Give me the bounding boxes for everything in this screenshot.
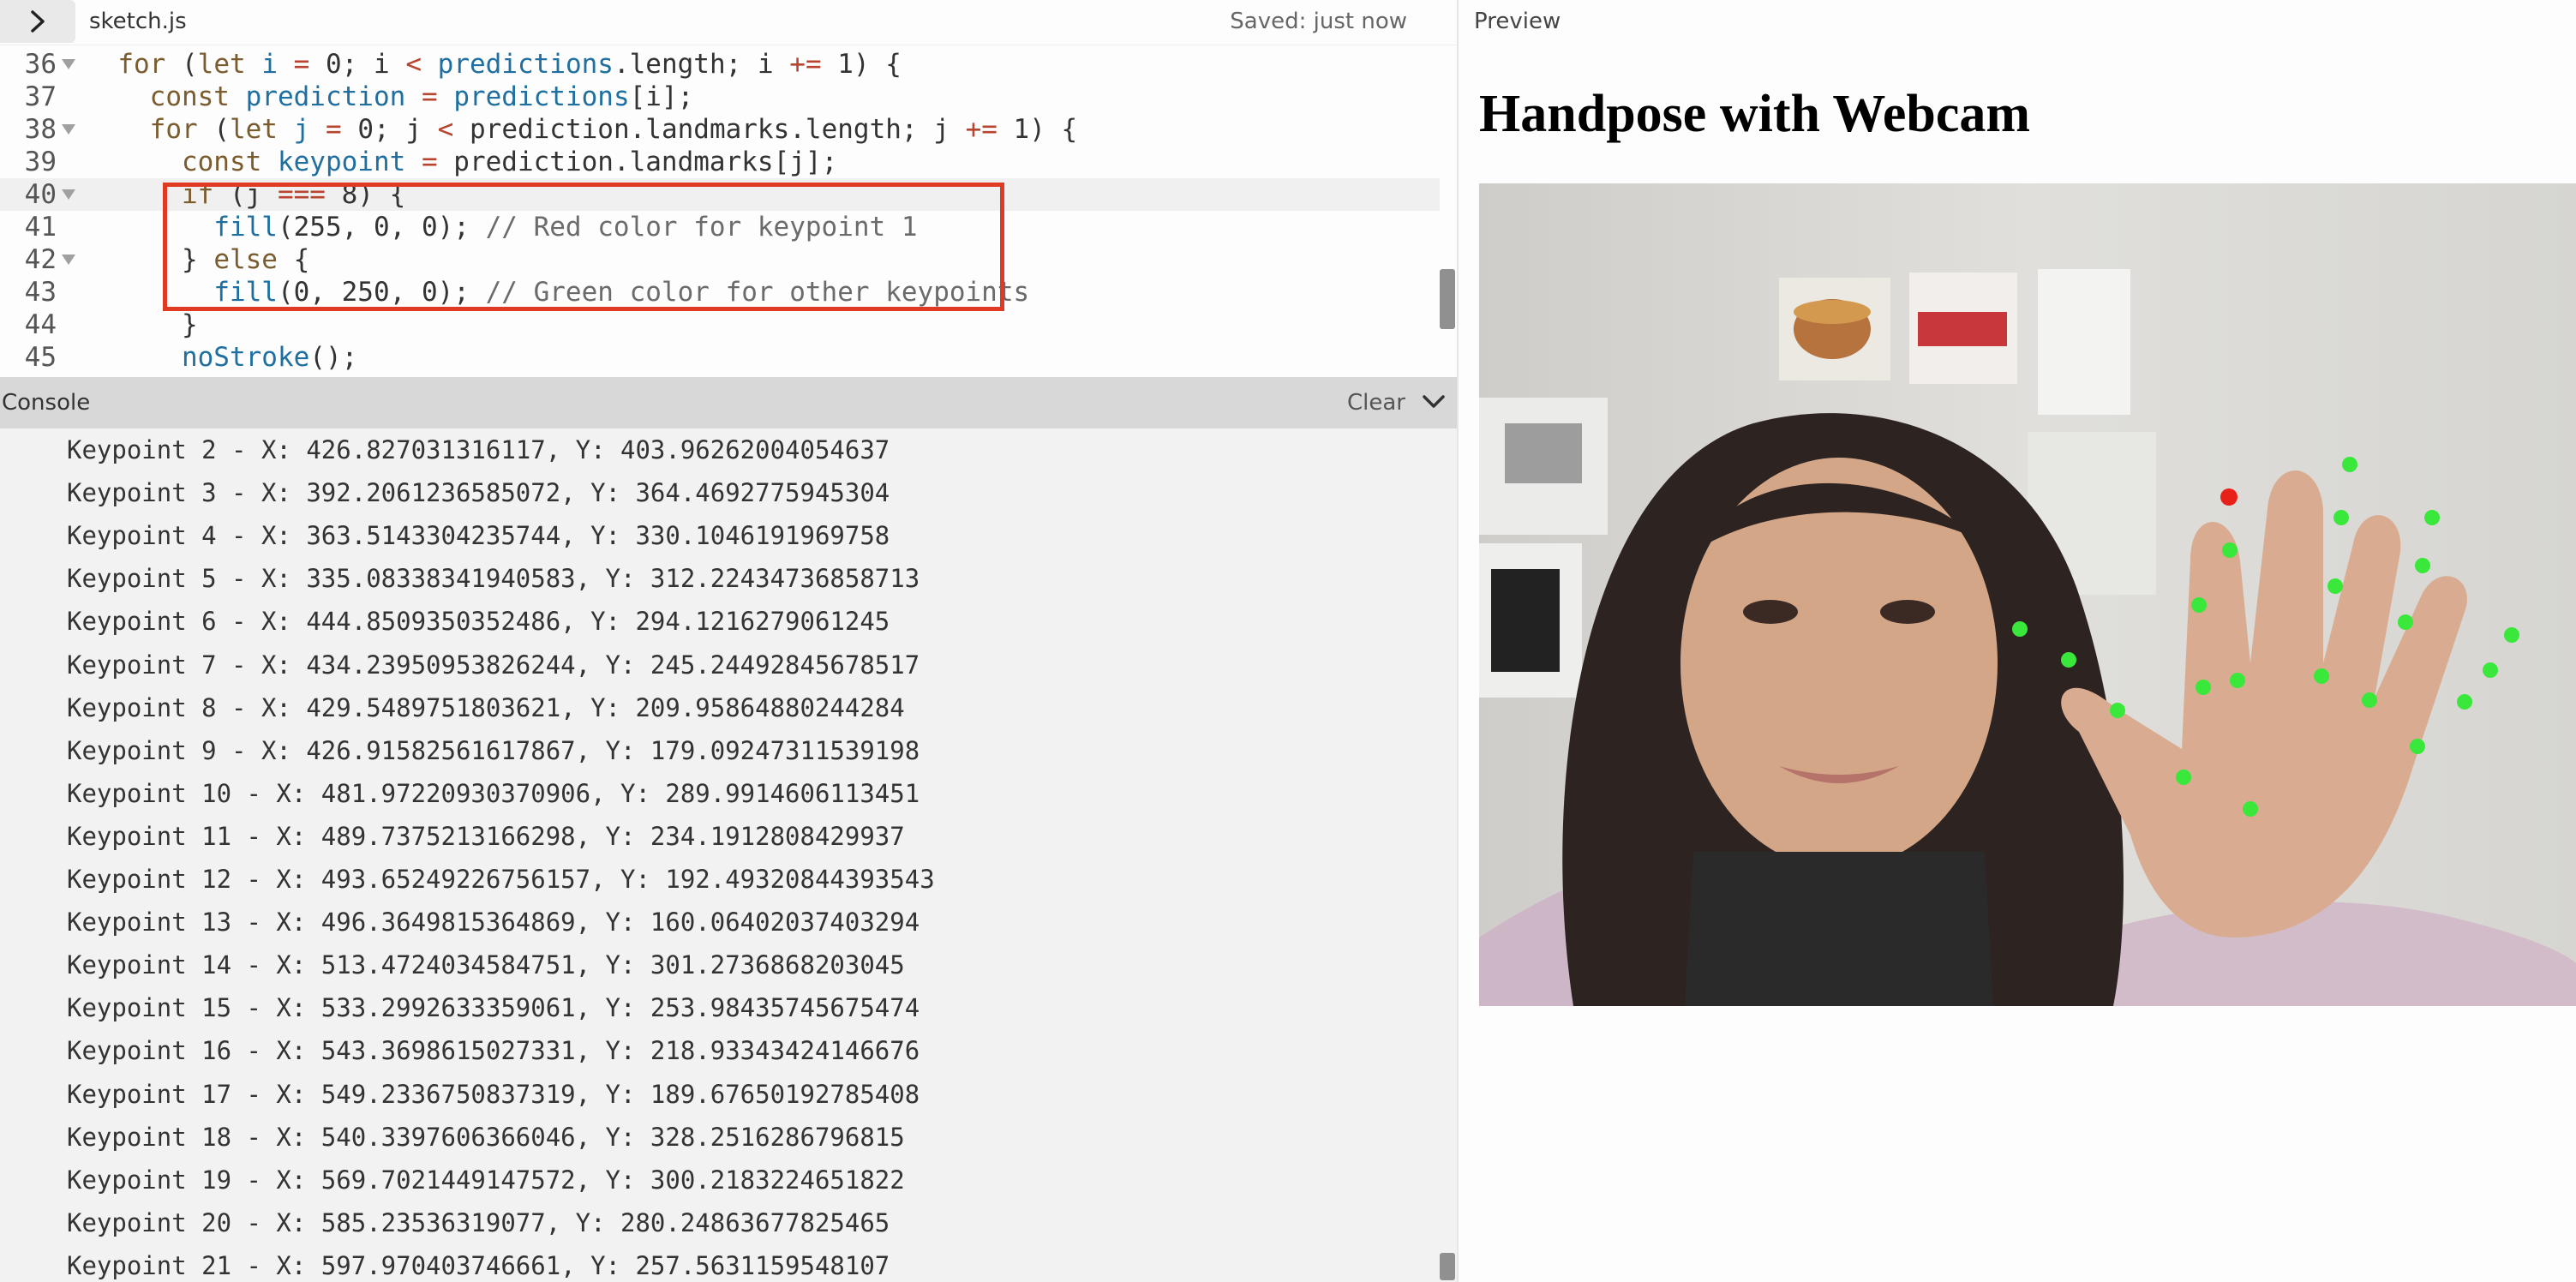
console-log-line: Keypoint 11 - X: 489.7375213166298, Y: 2… [67, 821, 905, 851]
code-line: 44 } [0, 309, 1440, 341]
line-number: 39 [24, 147, 57, 177]
keypoint-marker [2483, 662, 2498, 678]
code-line: 39 const keypoint = prediction.landmarks… [0, 146, 1440, 178]
line-number: 42 [24, 244, 57, 275]
preview-title: Handpose with Webcam [1479, 85, 2031, 143]
keypoint-marker [2196, 680, 2211, 695]
console-log-line: Keypoint 14 - X: 513.4724034584751, Y: 3… [67, 950, 905, 980]
keypoint-marker [2327, 578, 2343, 594]
line-number: 44 [24, 309, 57, 340]
keypoint-marker [2061, 652, 2076, 668]
poster-paper [2038, 269, 2130, 415]
console-log-line: Keypoint 9 - X: 426.91582561617867, Y: 1… [67, 735, 920, 765]
keypoint-marker [2110, 703, 2125, 718]
line-number: 43 [24, 277, 57, 308]
keypoint-marker [2398, 614, 2413, 630]
editor-scrollbar[interactable] [1440, 269, 1455, 329]
console-log-line: Keypoint 19 - X: 569.7021449147572, Y: 3… [67, 1165, 905, 1195]
console-log-line: Keypoint 2 - X: 426.827031316117, Y: 403… [67, 435, 890, 464]
line-number: 38 [24, 114, 57, 145]
code-line: 45 noStroke(); [0, 341, 1440, 374]
chevron-right-icon [31, 10, 45, 33]
highlight-box [163, 183, 1004, 311]
save-status: Saved: just now [1230, 9, 1407, 34]
console-log-line: Keypoint 8 - X: 429.5489751803621, Y: 20… [67, 692, 905, 722]
fold-arrow-icon[interactable] [62, 59, 75, 69]
keypoint-marker [2191, 597, 2207, 613]
chevron-down-icon[interactable] [1421, 389, 1447, 415]
console-log-line: Keypoint 15 - X: 533.2992633359061, Y: 2… [67, 993, 920, 1023]
keypoint-marker [2362, 692, 2377, 708]
clear-console-button[interactable]: Clear [1347, 390, 1405, 416]
keypoint-marker [2314, 668, 2329, 684]
console-output: Keypoint 2 - X: 426.827031316117, Y: 403… [0, 428, 1457, 1282]
preview-label: Preview [1474, 9, 1561, 34]
keypoint-marker [2424, 510, 2440, 525]
console-log-line: Keypoint 10 - X: 481.97220930370906, Y: … [67, 778, 920, 808]
code-text: noStroke(); [181, 342, 358, 373]
code-text: const prediction = predictions[i]; [149, 81, 694, 112]
line-number: 37 [24, 81, 57, 112]
keypoint-marker [2333, 510, 2349, 525]
console-log-line: Keypoint 17 - X: 549.2336750837319, Y: 1… [67, 1079, 920, 1109]
console-log-line: Keypoint 20 - X: 585.23536319077, Y: 280… [67, 1207, 890, 1237]
fold-arrow-icon[interactable] [62, 255, 75, 265]
keypoint-marker [2176, 770, 2191, 785]
line-number: 45 [24, 342, 57, 373]
keypoint-marker [2457, 694, 2472, 710]
preview-pane: Preview Handpose with Webcam [1459, 0, 2576, 1282]
toggle-sidebar-button[interactable] [0, 0, 75, 43]
code-text: const keypoint = prediction.landmarks[j]… [181, 147, 838, 177]
console-scrollbar[interactable] [1440, 1253, 1455, 1280]
line-number: 41 [24, 212, 57, 243]
console-log-line: Keypoint 4 - X: 363.5143304235744, Y: 33… [67, 521, 890, 551]
console-log-line: Keypoint 12 - X: 493.65249226756157, Y: … [67, 865, 935, 894]
code-line: 37 const prediction = predictions[i]; [0, 81, 1440, 113]
code-text: for (let i = 0; i < predictions.length; … [86, 49, 902, 80]
console-log-line: Keypoint 21 - X: 597.970403746661, Y: 25… [67, 1250, 890, 1280]
webcam-canvas[interactable] [1479, 183, 2576, 1006]
keypoint-marker [2222, 542, 2238, 558]
fold-arrow-icon[interactable] [62, 189, 75, 200]
keypoint-marker [2342, 457, 2357, 472]
keypoint-marker [2012, 621, 2028, 637]
console-log-line: Keypoint 13 - X: 496.3649815364869, Y: 1… [67, 908, 920, 938]
code-line: 38 for (let j = 0; j < prediction.landma… [0, 113, 1440, 146]
fold-arrow-icon[interactable] [62, 124, 75, 135]
code-text: for (let j = 0; j < prediction.landmarks… [149, 114, 1078, 145]
console-log-line: Keypoint 7 - X: 434.23950953826244, Y: 2… [67, 650, 920, 680]
editor-topbar: sketch.js Saved: just now [0, 0, 1457, 45]
console-header: Console Clear [0, 377, 1457, 428]
console-log-line: Keypoint 16 - X: 543.3698615027331, Y: 2… [67, 1036, 920, 1066]
file-name[interactable]: sketch.js [89, 9, 187, 34]
console-log-line: Keypoint 6 - X: 444.8509350352486, Y: 29… [67, 607, 890, 637]
keypoint-marker-highlighted [2220, 488, 2238, 506]
keypoint-marker [2415, 558, 2430, 573]
keypoint-marker [2243, 801, 2258, 817]
console-title: Console [2, 390, 91, 416]
code-line: 36 for (let i = 0; i < predictions.lengt… [0, 48, 1440, 81]
editor-pane: sketch.js Saved: just now 36 for (let i … [0, 0, 1459, 1282]
line-number: 36 [24, 49, 57, 80]
console-log-line: Keypoint 18 - X: 540.3397606366046, Y: 3… [67, 1122, 905, 1152]
line-number: 40 [24, 179, 57, 210]
console-log-line: Keypoint 5 - X: 335.08338341940583, Y: 3… [67, 564, 920, 594]
code-editor[interactable]: 36 for (let i = 0; i < predictions.lengt… [0, 48, 1457, 374]
keypoint-marker [2504, 627, 2519, 643]
keypoint-marker [2230, 673, 2245, 688]
console-log-line: Keypoint 3 - X: 392.2061236585072, Y: 36… [67, 478, 890, 508]
code-text: } [86, 309, 198, 340]
keypoint-marker [2410, 739, 2425, 754]
webcam-frame [1479, 183, 2576, 1006]
